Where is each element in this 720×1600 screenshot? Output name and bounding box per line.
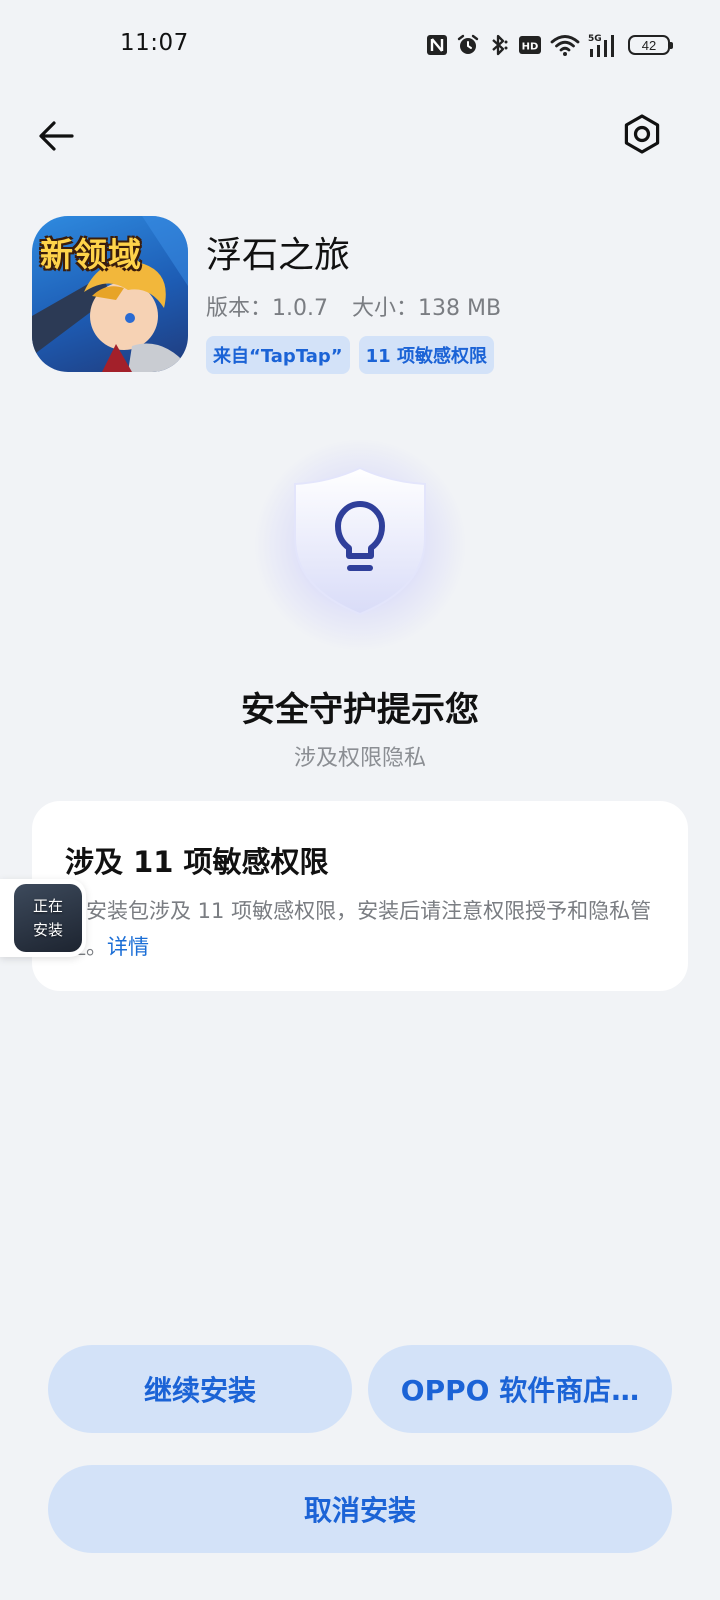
cancel-install-button[interactable]: 取消安装 [48, 1465, 672, 1553]
permission-tag[interactable]: 11 项敏感权限 [358, 336, 494, 374]
battery-level: 42 [628, 35, 673, 55]
source-tag: 来自“TapTap” [206, 336, 350, 374]
card-description-text: 该安装包涉及 11 项敏感权限，安装后请注意权限授予和隐私管控。 [65, 899, 652, 959]
card-description: 该安装包涉及 11 项敏感权限，安装后请注意权限授予和隐私管控。详情 [65, 893, 656, 965]
status-icons: HD 5G 42 [426, 30, 673, 60]
app-icon-text: 新领域 [40, 235, 142, 274]
back-button[interactable] [30, 110, 82, 162]
installing-status: 正在 安装 [33, 894, 63, 942]
settings-button[interactable] [616, 108, 668, 160]
nfc-icon [426, 34, 448, 56]
guard-title: 安全守护提示您 [241, 690, 479, 730]
alarm-icon [456, 33, 480, 57]
battery-icon: 42 [628, 35, 673, 55]
app-version: 版本：1.0.7 [206, 296, 328, 321]
settings-hexagon-icon [624, 114, 660, 154]
hd-icon: HD [518, 35, 542, 55]
lightbulb-shield-icon [294, 466, 426, 616]
app-tags: 来自“TapTap” 11 项敏感权限 [206, 336, 494, 374]
continue-install-button[interactable]: 继续安装 [48, 1345, 352, 1433]
status-bar: 11:07 HD 5G 42 [0, 0, 720, 92]
oppo-store-button[interactable]: OPPO 软件商店… [368, 1345, 672, 1433]
app-icon: 新领域 [32, 216, 188, 372]
permission-card: 涉及 11 项敏感权限 该安装包涉及 11 项敏感权限，安装后请注意权限授予和隐… [32, 801, 688, 991]
svg-text:5G: 5G [588, 34, 602, 44]
shield-illustration [220, 410, 500, 670]
card-title: 涉及 11 项敏感权限 [65, 845, 329, 879]
details-link[interactable]: 详情 [107, 935, 149, 959]
installing-float-bubble[interactable]: 正在 安装 [0, 879, 86, 957]
wifi-icon [550, 33, 580, 57]
app-size: 大小：138 MB [351, 296, 502, 321]
installing-status-line2: 安装 [32, 921, 63, 939]
bluetooth-icon [488, 33, 510, 57]
app-meta: 版本：1.0.7 大小：138 MB [206, 290, 501, 322]
status-time: 11:07 [120, 30, 189, 56]
arrow-left-icon [39, 121, 74, 151]
guard-subtitle: 涉及权限隐私 [293, 746, 426, 771]
app-name: 浮石之旅 [206, 235, 351, 276]
installing-app-thumbnail: 正在 安装 [14, 884, 82, 952]
signal-5g-icon: 5G [588, 32, 620, 58]
svg-text:HD: HD [522, 42, 539, 53]
installing-status-line1: 正在 [32, 897, 63, 915]
